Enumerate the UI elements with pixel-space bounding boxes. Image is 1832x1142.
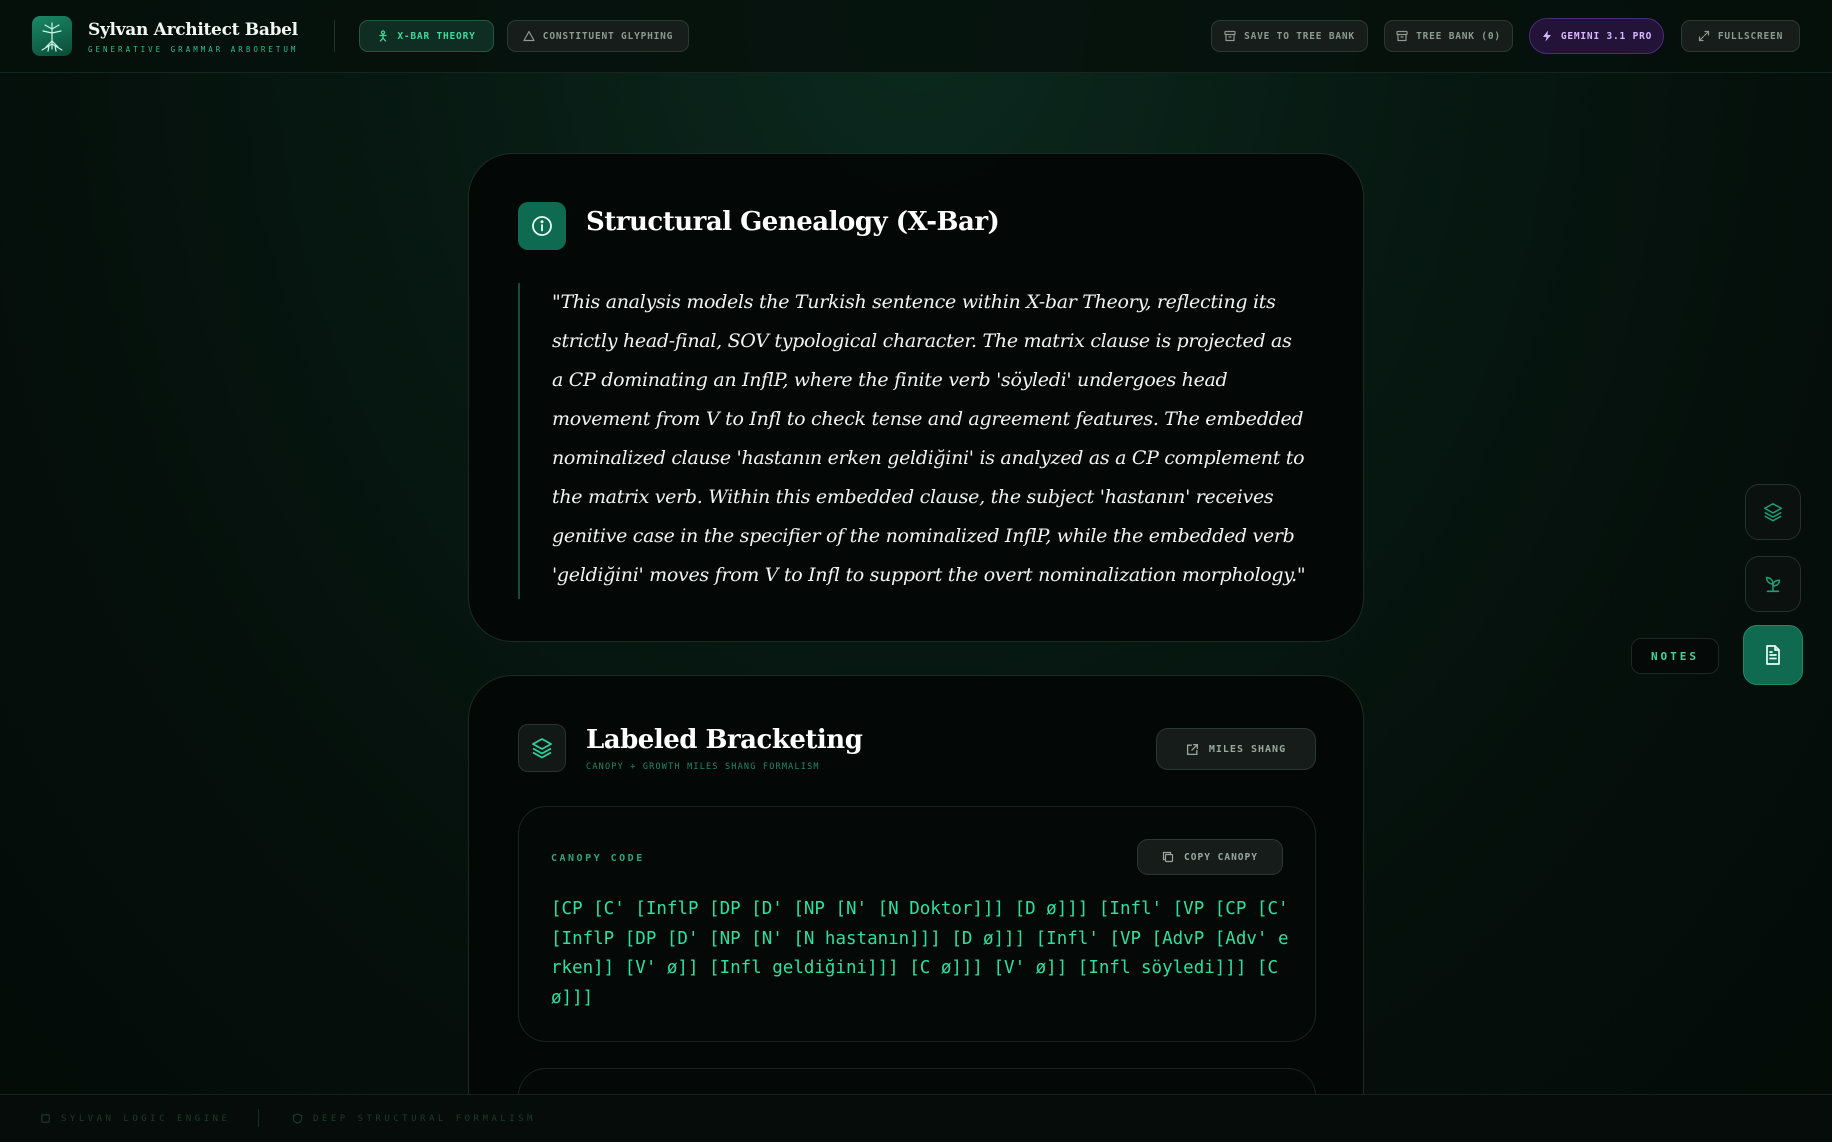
button-label: MILES SHANG bbox=[1208, 743, 1287, 755]
tab-xbar-theory[interactable]: X-BAR THEORY bbox=[359, 20, 494, 52]
brand-title: Sylvan Architect Babel bbox=[88, 20, 298, 40]
tab-label: CONSTITUENT GLYPHING bbox=[542, 30, 674, 42]
archive-icon bbox=[1224, 30, 1236, 42]
tab-constituent-glyphing[interactable]: CONSTITUENT GLYPHING bbox=[507, 20, 689, 52]
tree-logo-icon bbox=[32, 16, 72, 56]
lightning-icon bbox=[1542, 30, 1551, 42]
layers-icon bbox=[1763, 502, 1783, 522]
header-divider bbox=[334, 20, 335, 52]
chip-icon bbox=[41, 1114, 50, 1123]
button-label: FULLSCREEN bbox=[1717, 30, 1784, 42]
sprout-icon bbox=[1765, 576, 1781, 593]
genealogy-card: Structural Genealogy (X-Bar) "This analy… bbox=[468, 153, 1364, 642]
expand-icon bbox=[1698, 30, 1709, 42]
footer: SYLVAN LOGIC ENGINE DEEP STRUCTURAL FORM… bbox=[0, 1094, 1832, 1142]
top-header: Sylvan Architect Babel GENERATIVE GRAMMA… bbox=[0, 0, 1832, 73]
info-icon bbox=[518, 202, 566, 250]
notes-tooltip: NOTES bbox=[1631, 638, 1719, 674]
button-label: SAVE TO TREE BANK bbox=[1244, 30, 1355, 42]
button-label: TREE BANK (0) bbox=[1416, 30, 1501, 42]
genealogy-quote: "This analysis models the Turkish senten… bbox=[518, 283, 1308, 599]
footer-formalism: DEEP STRUCTURAL FORMALISM bbox=[292, 1113, 536, 1124]
canopy-code-label: CANOPY CODE bbox=[551, 853, 645, 864]
external-link-icon bbox=[1186, 743, 1198, 755]
copy-canopy-button[interactable]: COPY CANOPY bbox=[1137, 839, 1283, 875]
shield-icon bbox=[292, 1113, 303, 1124]
footer-divider bbox=[258, 1109, 259, 1127]
canopy-code-panel: CANOPY CODE COPY CANOPY [CP [C' [InflP [… bbox=[518, 806, 1316, 1042]
brand-subtitle: GENERATIVE GRAMMAR ARBORETUM bbox=[88, 45, 299, 54]
genealogy-title: Structural Genealogy (X-Bar) bbox=[586, 207, 1000, 237]
dock-notes-button[interactable] bbox=[1743, 625, 1803, 685]
bracketing-subtitle: CANOPY + GROWTH MILES SHANG FORMALISM bbox=[586, 762, 820, 772]
triangle-icon bbox=[523, 30, 535, 42]
button-label: COPY CANOPY bbox=[1184, 851, 1258, 863]
layers-icon bbox=[518, 724, 566, 772]
miles-shang-button[interactable]: MILES SHANG bbox=[1156, 728, 1316, 770]
bracketing-card: Labeled Bracketing CANOPY + GROWTH MILES… bbox=[468, 675, 1364, 1142]
person-icon bbox=[379, 30, 388, 42]
footer-label: SYLVAN LOGIC ENGINE bbox=[61, 1113, 231, 1124]
fullscreen-button[interactable]: FULLSCREEN bbox=[1681, 20, 1800, 52]
dock-layers-button[interactable] bbox=[1745, 484, 1801, 540]
tab-label: X-BAR THEORY bbox=[397, 30, 476, 42]
tree-bank-button[interactable]: TREE BANK (0) bbox=[1384, 20, 1513, 52]
bracketing-title: Labeled Bracketing bbox=[586, 725, 863, 755]
dock-sprout-button[interactable] bbox=[1745, 556, 1801, 612]
document-icon bbox=[1766, 645, 1780, 665]
footer-label: DEEP STRUCTURAL FORMALISM bbox=[313, 1113, 536, 1124]
button-label: GEMINI 3.1 PRO bbox=[1560, 30, 1653, 42]
footer-engine: SYLVAN LOGIC ENGINE bbox=[40, 1113, 230, 1124]
model-selector-button[interactable]: GEMINI 3.1 PRO bbox=[1529, 18, 1664, 54]
save-to-tree-bank-button[interactable]: SAVE TO TREE BANK bbox=[1211, 20, 1368, 52]
archive-icon bbox=[1396, 30, 1408, 42]
copy-icon bbox=[1162, 851, 1174, 863]
canopy-code-text: [CP [C' [InflP [DP [D' [NP [N' [N Doktor… bbox=[551, 899, 1300, 1008]
